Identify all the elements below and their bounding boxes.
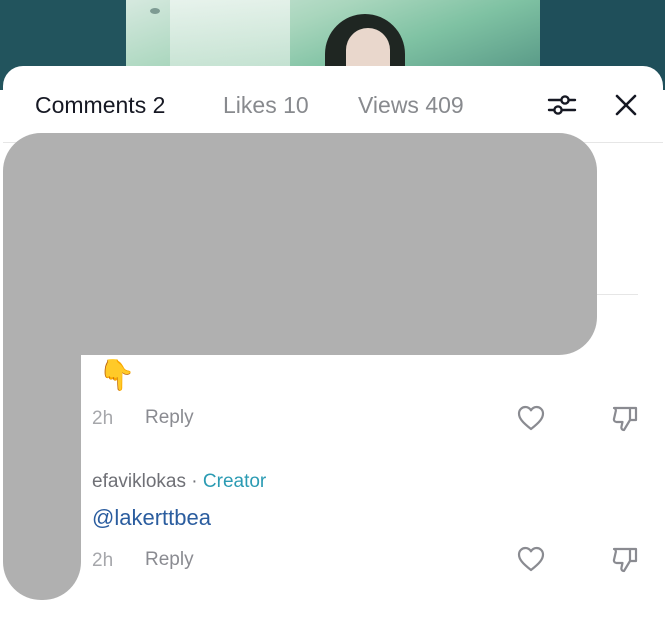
like-button[interactable] — [516, 404, 546, 432]
comment-text: 👇 — [98, 359, 136, 392]
comment-time: 2h — [92, 550, 114, 571]
creator-badge: Creator — [202, 471, 267, 492]
comment-author[interactable]: efaviklokas — [92, 471, 186, 492]
reply-button[interactable]: Reply — [145, 407, 194, 429]
redaction-block — [3, 133, 597, 355]
reply-button[interactable]: Reply — [145, 549, 194, 571]
like-button[interactable] — [516, 545, 546, 573]
thumbs-down-icon — [612, 406, 638, 432]
tab-comments[interactable]: Comments 2 — [35, 92, 165, 119]
comment-time: 2h — [92, 408, 114, 429]
comment-mention[interactable]: @lakerttbea — [92, 505, 211, 531]
dislike-button[interactable] — [610, 404, 640, 432]
comment-author-line: efaviklokas · Creator — [92, 471, 266, 493]
divider — [590, 294, 638, 295]
author-separator: · — [191, 471, 198, 492]
close-button[interactable] — [613, 92, 639, 118]
heart-outline-icon — [517, 546, 545, 572]
heart-outline-icon — [517, 405, 545, 431]
tab-views[interactable]: Views 409 — [358, 92, 464, 119]
tab-likes[interactable]: Likes 10 — [223, 92, 309, 119]
sliders-icon — [547, 95, 577, 115]
dislike-button[interactable] — [610, 545, 640, 573]
thumbs-down-icon — [612, 547, 638, 573]
close-icon — [615, 94, 637, 116]
ceiling-light — [150, 8, 160, 14]
redaction-block-tail — [3, 180, 81, 600]
tab-bar: Comments 2 Likes 10 Views 409 — [3, 66, 663, 143]
filter-button[interactable] — [547, 92, 577, 118]
